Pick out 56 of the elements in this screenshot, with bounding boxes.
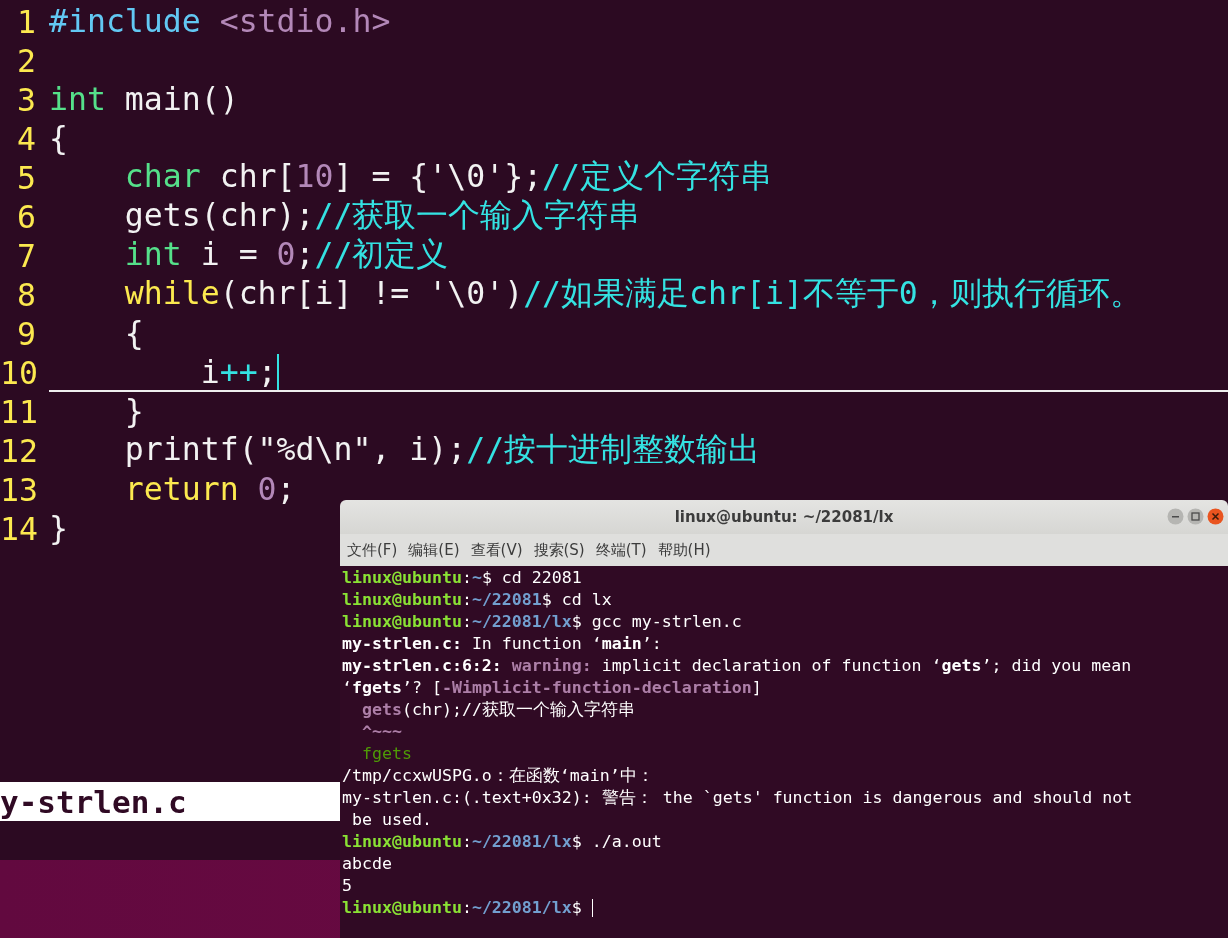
line-number: 8 bbox=[16, 276, 36, 313]
code-text: { bbox=[123, 314, 144, 351]
line-number: 7 bbox=[16, 237, 36, 274]
terminal-line: fgets bbox=[360, 743, 412, 765]
line-number: 2 bbox=[16, 42, 36, 79]
code-text: } bbox=[123, 392, 144, 429]
line-number: 3 bbox=[16, 81, 36, 118]
terminal-cursor bbox=[591, 899, 593, 917]
terminal-line: linux@ubuntu:~/22081/lx$ bbox=[342, 897, 582, 919]
terminal-line: my-strlen.c:(.text+0x32): 警告： the `gets' function is dangerous and should not bbox=[342, 787, 1133, 809]
code-text: #include <stdio.h> bbox=[49, 2, 391, 39]
terminal-line: my-strlen.c: In function ‘main’: bbox=[342, 633, 662, 655]
terminal-line: be used. bbox=[351, 809, 432, 831]
line-number: 13 bbox=[0, 471, 36, 508]
menu-item[interactable]: 编辑(E) bbox=[408, 540, 460, 560]
menu-item[interactable]: 终端(T) bbox=[595, 540, 647, 560]
minimize-button[interactable] bbox=[1167, 508, 1184, 525]
menu-item[interactable]: 查看(V) bbox=[470, 540, 523, 560]
terminal-line: gets(chr);//获取一个输入字符串 bbox=[360, 699, 635, 721]
terminal-line: 5 bbox=[342, 875, 352, 897]
text-cursor bbox=[276, 353, 279, 390]
line-number: 10 bbox=[0, 354, 36, 391]
code-text: gets(chr);//获取一个输入字符串 bbox=[123, 195, 641, 235]
code-text: i++; bbox=[199, 353, 277, 390]
line-number: 5 bbox=[16, 159, 36, 196]
code-text: int i = 0;//初定义 bbox=[123, 234, 449, 274]
code-text: while(chr[i] != '\0')//如果满足chr[i]不等于0，则执行循环。 bbox=[123, 273, 1142, 313]
line-number: 1 bbox=[16, 3, 36, 40]
menu-item[interactable]: 文件(F) bbox=[347, 540, 398, 560]
line-number: 11 bbox=[0, 393, 36, 430]
code-text: return 0; bbox=[123, 470, 296, 507]
code-text: printf("%d\n", i);//按十进制整数输出 bbox=[123, 429, 761, 469]
terminal-line: ^~~~ bbox=[360, 721, 402, 743]
close-button[interactable] bbox=[1207, 508, 1224, 525]
line-number: 4 bbox=[16, 120, 36, 157]
code-text: char chr[10] = {'\0'};//定义个字符串 bbox=[123, 156, 773, 196]
terminal-line: my-strlen.c:6:2: warning: implicit declaration of function ‘gets’; did you mean bbox=[342, 655, 1132, 677]
menu-item[interactable]: 搜索(S) bbox=[533, 540, 585, 560]
code-text: int main() bbox=[49, 80, 239, 117]
file-name: y-strlen.c bbox=[0, 783, 187, 820]
line-number: 9 bbox=[16, 315, 36, 352]
line-number: 12 bbox=[0, 432, 36, 469]
code-text: } bbox=[49, 509, 68, 546]
line-number: 14 bbox=[0, 510, 36, 547]
terminal-line: /tmp/ccxwUSPG.o：在函数‘main’中： bbox=[342, 765, 654, 787]
code-text: { bbox=[49, 119, 68, 156]
terminal-line: abcde bbox=[342, 853, 392, 875]
terminal-line: linux@ubuntu:~/22081/lx$ gcc my-strlen.c bbox=[342, 611, 742, 633]
window-title: linux@ubuntu: ~/22081/lx bbox=[674, 508, 894, 526]
menu-item[interactable]: 帮助(H) bbox=[657, 540, 711, 560]
line-number: 6 bbox=[16, 198, 36, 235]
terminal-line: linux@ubuntu:~$ cd 22081 bbox=[342, 567, 582, 589]
terminal-line: ‘fgets’? [-Wimplicit-function-declaration] bbox=[342, 677, 762, 699]
maximize-button[interactable] bbox=[1187, 508, 1204, 525]
terminal-line: linux@ubuntu:~/22081/lx$ ./a.out bbox=[342, 831, 662, 853]
terminal-line: linux@ubuntu:~/22081$ cd lx bbox=[342, 589, 612, 611]
